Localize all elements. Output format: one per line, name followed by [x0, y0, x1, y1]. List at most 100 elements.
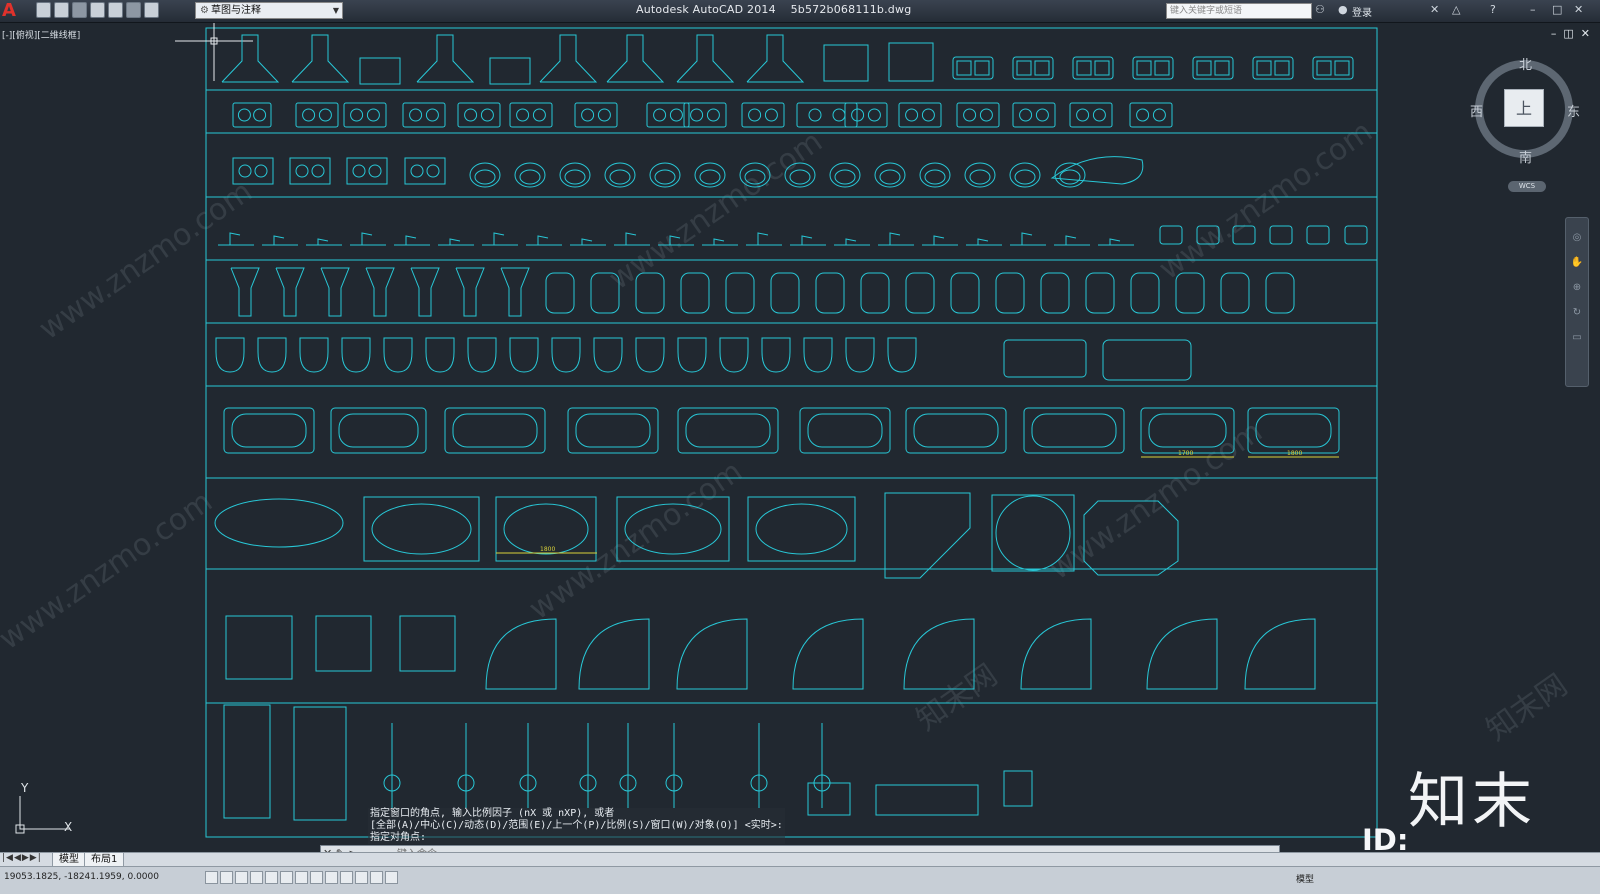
burner: [1152, 108, 1166, 122]
faucet-symbol: [1021, 232, 1033, 245]
bathtub-inner: [231, 413, 307, 448]
corner-bathtub-symbol: [676, 618, 748, 690]
dynamic-ucs-icon[interactable]: [325, 871, 338, 884]
bathtub-symbol: [1003, 339, 1087, 378]
infer-constraints-icon[interactable]: [205, 871, 218, 884]
corner-bathtub-symbol: [884, 492, 971, 579]
corner-bathtub-symbol: [792, 618, 864, 690]
burner: [669, 108, 683, 122]
burner: [851, 108, 865, 122]
faucet-symbol: [581, 238, 593, 245]
open-file-icon[interactable]: [54, 2, 69, 18]
faucet-symbol: [493, 232, 505, 245]
steering-wheel-icon[interactable]: ◎: [1566, 232, 1588, 243]
user-icon[interactable]: ●: [1338, 3, 1348, 16]
search-input[interactable]: 键入关键字或短语: [1166, 3, 1312, 19]
compass-east-label[interactable]: 东: [1567, 101, 1580, 120]
range-hood-symbol: [676, 34, 735, 83]
burner: [352, 164, 366, 178]
pan-icon[interactable]: ✋: [1566, 257, 1588, 268]
basin-inner: [969, 169, 991, 185]
ucs-icon: [19, 796, 70, 830]
save-as-icon[interactable]: [90, 2, 105, 18]
redo-icon[interactable]: [144, 2, 159, 18]
cooker-symbol: [1159, 225, 1183, 245]
help-icon[interactable]: ?: [1490, 3, 1496, 16]
basin-inner: [834, 169, 856, 185]
toilet-symbol: [509, 337, 539, 373]
minimize-icon[interactable]: –: [1530, 3, 1536, 16]
basin-symbol: [1009, 162, 1041, 188]
3d-object-snap-icon[interactable]: [295, 871, 308, 884]
burner: [653, 108, 667, 122]
basin-inner: [879, 169, 901, 185]
toilet-symbol: [1130, 272, 1160, 314]
burner: [295, 164, 309, 178]
workspace-dropdown[interactable]: ⚙ 草图与注释 ▼: [195, 2, 343, 19]
toilet-symbol: [860, 272, 890, 314]
bathtub-symbol: [677, 407, 779, 454]
dynamic-input-icon[interactable]: [340, 871, 353, 884]
object-snap-icon[interactable]: [280, 871, 293, 884]
compass-north-label[interactable]: 北: [1519, 54, 1532, 73]
cad-drawing-canvas[interactable]: 1700 1800 1800 Y X: [0, 23, 1600, 852]
orbit-icon[interactable]: ↻: [1566, 307, 1588, 318]
zoom-icon[interactable]: ⊕: [1566, 282, 1588, 293]
viewcube-top-face[interactable]: 上: [1504, 89, 1544, 127]
faucet-symbol: [757, 232, 769, 245]
basin-inner: [789, 169, 811, 185]
basin-symbol: [694, 162, 726, 188]
toilet-symbol: [803, 337, 833, 373]
bathtub-inner: [995, 495, 1071, 571]
burner: [808, 108, 822, 122]
cooker-symbol: [1232, 225, 1256, 245]
undo-icon[interactable]: [126, 2, 141, 18]
wcs-menu[interactable]: WCS: [1508, 181, 1546, 192]
toilet-symbol: [677, 337, 707, 373]
burner: [706, 108, 720, 122]
drawing-frame: [205, 27, 1378, 838]
save-icon[interactable]: [72, 2, 87, 18]
object-snap-tracking-icon[interactable]: [310, 871, 323, 884]
shower-tray-symbol: [399, 615, 456, 672]
lineweight-icon[interactable]: [355, 871, 368, 884]
toilet-symbol: [950, 272, 980, 314]
exchange-icon[interactable]: ✕: [1430, 3, 1439, 16]
close-icon[interactable]: ✕: [1574, 3, 1583, 16]
polar-tracking-icon[interactable]: [265, 871, 278, 884]
autocad-logo-icon[interactable]: A: [2, 1, 20, 20]
compass-west-label[interactable]: 西: [1470, 101, 1483, 120]
faucet-symbol: [845, 238, 857, 245]
maximize-icon[interactable]: □: [1552, 3, 1562, 16]
grid-display-icon[interactable]: [235, 871, 248, 884]
plot-icon[interactable]: [108, 2, 123, 18]
snap-mode-icon[interactable]: [220, 871, 233, 884]
tab-model[interactable]: 模型: [52, 853, 86, 867]
basin-inner: [699, 169, 721, 185]
sink-symbol: [1132, 56, 1174, 80]
basin-symbol: [919, 162, 951, 188]
kitchen-fixture-symbol: [796, 102, 858, 128]
a360-icon[interactable]: △: [1452, 3, 1460, 16]
sink-bowl: [1016, 60, 1032, 76]
model-space-button[interactable]: 模型: [1296, 872, 1314, 885]
toilet-symbol: [383, 337, 413, 373]
new-file-icon[interactable]: [36, 2, 51, 18]
toilet-symbol: [341, 337, 371, 373]
pedestal-basin-symbol: [500, 267, 530, 317]
drawing-viewport[interactable]: [-][俯视][二维线框] – ◫ ✕ www.znzmo.com www.zn…: [0, 23, 1600, 852]
bathtub-symbol: [1023, 407, 1125, 454]
transparency-icon[interactable]: [370, 871, 383, 884]
toilet-symbol: [257, 337, 287, 373]
showmotion-icon[interactable]: ▭: [1566, 332, 1588, 343]
compass-south-label[interactable]: 南: [1519, 147, 1532, 166]
quick-properties-icon[interactable]: [385, 871, 398, 884]
tab-layout1[interactable]: 布局1: [84, 853, 125, 867]
burner: [905, 108, 919, 122]
login-link[interactable]: 登录: [1352, 4, 1372, 19]
ortho-mode-icon[interactable]: [250, 871, 263, 884]
binoculars-icon[interactable]: ⚇: [1315, 3, 1325, 16]
tab-navigation-arrows[interactable]: |◀◀▶▶|: [2, 853, 42, 863]
burner: [532, 108, 546, 122]
command-history-line: [全部(A)/中心(C)/动态(D)/范围(E)/上一个(P)/比例(S)/窗口…: [370, 820, 783, 831]
